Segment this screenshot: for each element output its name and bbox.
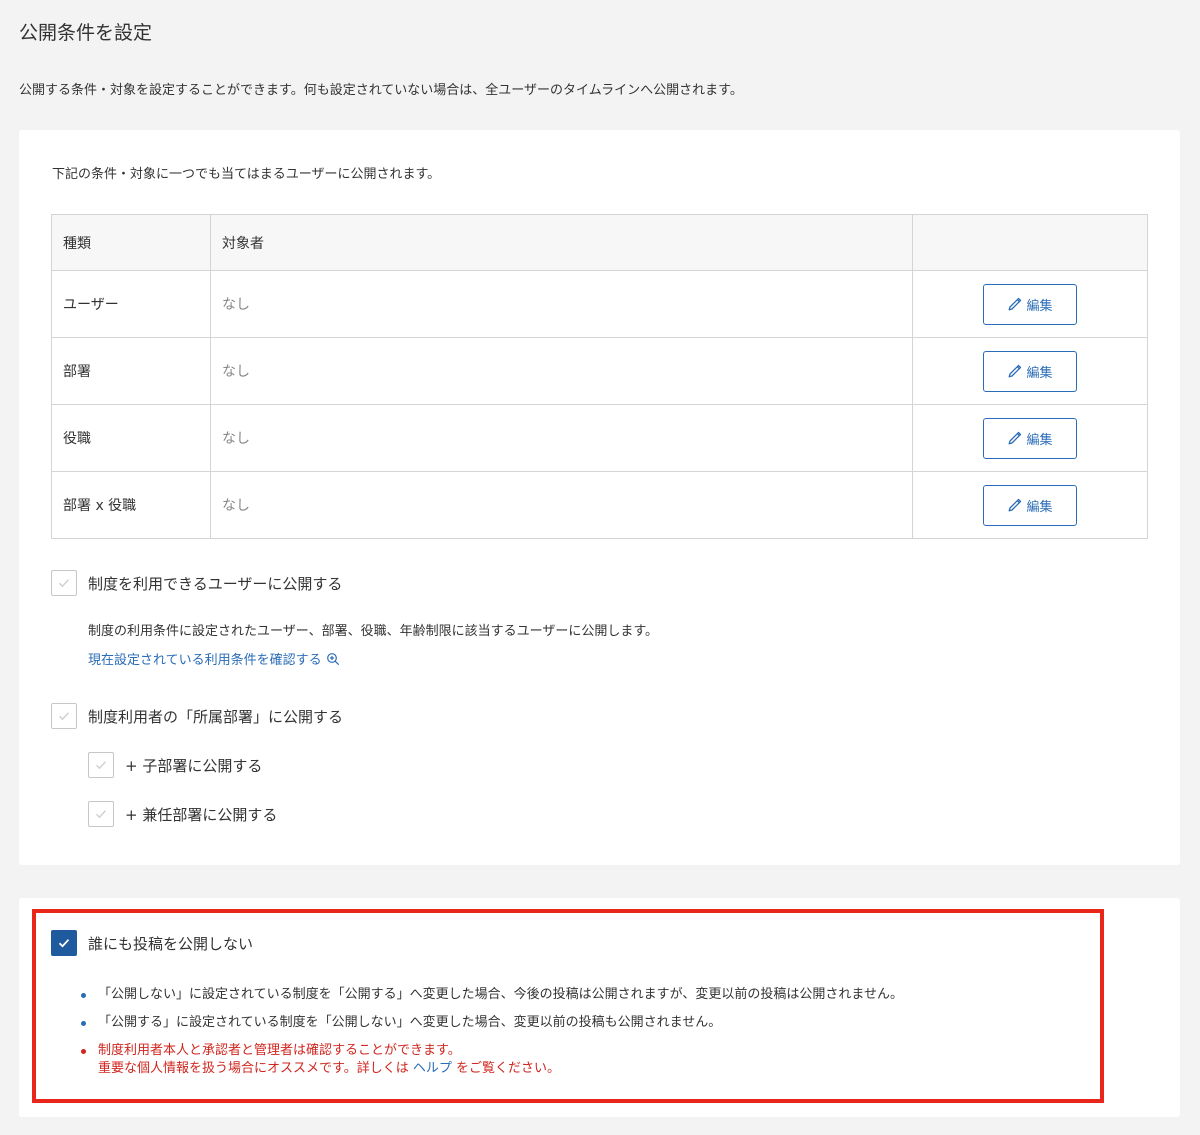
row-target: なし bbox=[210, 270, 913, 338]
concurrent-department-checkbox[interactable] bbox=[88, 801, 114, 827]
row-target: なし bbox=[210, 404, 913, 472]
department-label: 制度利用者の「所属部署」に公開する bbox=[88, 707, 344, 726]
warning-line-2-before: 重要な個人情報を扱う場合にオススメです。詳しくは bbox=[98, 1061, 413, 1076]
check-icon bbox=[96, 761, 107, 770]
pencil-icon bbox=[1009, 364, 1022, 378]
list-item: 「公開しない」に設定されている制度を「公開する」へ変更した場合、今後の投稿は公開… bbox=[81, 986, 903, 1004]
edit-button-label: 編集 bbox=[1026, 499, 1053, 515]
table-row: 役職 なし 編集 bbox=[51, 404, 1148, 472]
private-notes: 「公開しない」に設定されている制度を「公開する」へ変更した場合、今後の投稿は公開… bbox=[81, 986, 903, 1088]
pencil-icon bbox=[1009, 498, 1022, 512]
private-checkbox[interactable] bbox=[51, 930, 77, 956]
row-action: 編集 bbox=[912, 471, 1148, 539]
table-row: 部署 x 役職 なし 編集 bbox=[51, 471, 1148, 539]
warning-item: 制度利用者本人と承認者と管理者は確認することができます。 重要な個人情報を扱う場… bbox=[81, 1042, 903, 1078]
warning-line-2-after: をご覧ください。 bbox=[451, 1061, 560, 1076]
edit-button-department-position[interactable]: 編集 bbox=[983, 484, 1077, 526]
concurrent-department-label: + 兼任部署に公開する bbox=[125, 805, 278, 824]
private-label: 誰にも投稿を公開しない bbox=[88, 934, 254, 953]
row-target: なし bbox=[210, 471, 913, 539]
edit-button-department[interactable]: 編集 bbox=[983, 350, 1077, 392]
edit-button-label: 編集 bbox=[1026, 298, 1053, 314]
header-action bbox=[912, 214, 1148, 271]
edit-button-position[interactable]: 編集 bbox=[983, 417, 1077, 459]
page-title: 公開条件を設定 bbox=[19, 22, 153, 44]
child-department-label: + 子部署に公開する bbox=[125, 756, 263, 775]
eligible-users-label: 制度を利用できるユーザーに公開する bbox=[88, 574, 343, 593]
edit-button-label: 編集 bbox=[1026, 365, 1053, 381]
check-icon bbox=[96, 810, 107, 819]
pencil-icon bbox=[1009, 431, 1022, 445]
check-icon bbox=[58, 939, 70, 948]
eligible-users-checkbox[interactable] bbox=[51, 570, 77, 596]
child-department-checkbox[interactable] bbox=[88, 752, 114, 778]
private-option[interactable]: 誰にも投稿を公開しない bbox=[51, 930, 253, 956]
table-row: ユーザー なし 編集 bbox=[51, 270, 1148, 338]
row-target: なし bbox=[210, 337, 913, 405]
eligible-users-description: 制度の利用条件に設定されたユーザー、部署、役職、年齢制限に該当するユーザーに公開… bbox=[88, 624, 659, 639]
check-icon bbox=[59, 712, 70, 721]
row-type: 部署 bbox=[51, 337, 211, 405]
header-type: 種類 bbox=[51, 214, 211, 271]
department-option[interactable]: 制度利用者の「所属部署」に公開する bbox=[51, 703, 343, 729]
table-header-row: 種類 対象者 bbox=[51, 214, 1148, 271]
edit-button-user[interactable]: 編集 bbox=[983, 283, 1077, 325]
help-link[interactable]: ヘルプ bbox=[413, 1061, 452, 1076]
row-type: 役職 bbox=[51, 404, 211, 472]
row-action: 編集 bbox=[912, 337, 1148, 405]
targets-table: 種類 対象者 ユーザー なし 編集 部署 なし 編集 役職 なし 編集 部署 x… bbox=[51, 214, 1148, 539]
row-action: 編集 bbox=[912, 404, 1148, 472]
pencil-icon bbox=[1009, 297, 1022, 311]
zoom-in-icon bbox=[326, 652, 339, 665]
conditions-intro: 下記の条件・対象に一つでも当てはまるユーザーに公開されます。 bbox=[52, 167, 441, 182]
row-type: ユーザー bbox=[51, 270, 211, 338]
child-department-option[interactable]: + 子部署に公開する bbox=[88, 752, 262, 778]
row-type: 部署 x 役職 bbox=[51, 471, 211, 539]
view-conditions-link[interactable]: 現在設定されている利用条件を確認する bbox=[88, 649, 340, 668]
edit-button-label: 編集 bbox=[1026, 432, 1053, 448]
check-icon bbox=[59, 579, 70, 588]
concurrent-department-option[interactable]: + 兼任部署に公開する bbox=[88, 801, 277, 827]
table-row: 部署 なし 編集 bbox=[51, 337, 1148, 405]
department-checkbox[interactable] bbox=[51, 703, 77, 729]
page-description: 公開する条件・対象を設定することができます。何も設定されていない場合は、全ユーザ… bbox=[19, 83, 743, 98]
eligible-users-option[interactable]: 制度を利用できるユーザーに公開する bbox=[51, 570, 342, 596]
header-target: 対象者 bbox=[210, 214, 913, 271]
row-action: 編集 bbox=[912, 270, 1148, 338]
view-conditions-link-label: 現在設定されている利用条件を確認する bbox=[88, 653, 322, 668]
list-item: 「公開する」に設定されている制度を「公開しない」へ変更した場合、変更以前の投稿も… bbox=[81, 1014, 903, 1032]
warning-line-1: 制度利用者本人と承認者と管理者は確認することができます。 bbox=[98, 1043, 461, 1058]
conditions-card: 下記の条件・対象に一つでも当てはまるユーザーに公開されます。 種類 対象者 ユー… bbox=[19, 130, 1180, 865]
